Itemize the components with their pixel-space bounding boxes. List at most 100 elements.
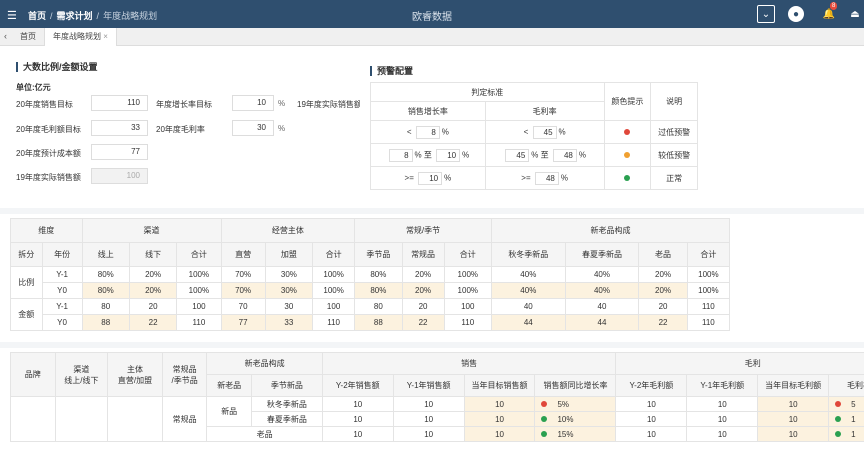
value-cell[interactable]: 77 bbox=[220, 314, 266, 331]
growth-target-input[interactable]: 10 bbox=[232, 95, 274, 111]
tab-strategy-label: 年度战略规划 bbox=[53, 32, 101, 41]
channel-header: 渠道 线上/线下 bbox=[54, 352, 109, 397]
value-cell[interactable]: 10 bbox=[463, 426, 536, 442]
value-cell[interactable]: 70% bbox=[220, 282, 266, 299]
value-cell: 10 bbox=[615, 396, 688, 412]
value-cell: 20 bbox=[638, 298, 688, 315]
value-cell[interactable]: 10 bbox=[757, 426, 830, 442]
table-row: 比例 Y-1 80% 20% 100% 70% 30% 100% 80% 20% 100% 40% 40… bbox=[10, 266, 731, 299]
threshold-input[interactable]: 45 bbox=[505, 148, 530, 162]
value-cell[interactable]: 33 bbox=[264, 314, 314, 331]
value-cell[interactable]: 10 bbox=[463, 396, 536, 412]
t2-col-header: 毛利率 bbox=[828, 374, 864, 397]
t1-col-header: 拆分 bbox=[10, 242, 43, 267]
value-cell[interactable]: 88 bbox=[354, 314, 403, 331]
dropdown-icon[interactable]: ⌄ bbox=[757, 5, 775, 23]
value-cell[interactable]: 20% bbox=[128, 282, 178, 299]
threshold-input[interactable]: 10 bbox=[436, 148, 461, 162]
rate-value: 1 bbox=[851, 429, 856, 439]
dim-header: 维度 bbox=[10, 218, 83, 243]
cost-target-input[interactable]: 77 bbox=[91, 144, 148, 160]
value-cell[interactable]: 88 bbox=[81, 314, 130, 331]
t1-col-header: 秋冬季新品 bbox=[490, 242, 566, 267]
value-cell[interactable]: 44 bbox=[564, 314, 640, 331]
status-dot-icon bbox=[835, 431, 842, 438]
brand-cell bbox=[10, 396, 56, 442]
pct-label: % bbox=[531, 150, 539, 160]
t1-col-header: 季节品 bbox=[354, 242, 403, 267]
value-cell: 100 bbox=[443, 298, 492, 315]
settings-title: 大数比例/金额设置 bbox=[16, 62, 98, 72]
gross-rate-input[interactable]: 30 bbox=[232, 120, 274, 136]
actual-sales-label: 19年度实际销售额 bbox=[16, 173, 81, 182]
threshold-input[interactable]: 45 bbox=[532, 125, 557, 139]
actual-sales-input: 100 bbox=[91, 168, 148, 184]
value-cell: 20% bbox=[401, 266, 445, 283]
status-dot-icon bbox=[541, 401, 548, 408]
tab-strategy[interactable]: 年度战略规划 × bbox=[44, 28, 117, 46]
value-cell[interactable]: 22 bbox=[128, 314, 178, 331]
t1-col-header: 合计 bbox=[176, 242, 222, 267]
table-row: Y0 88 22 110 77 33 110 88 22 110 44 44 22 110 bbox=[11, 314, 731, 331]
value-cell: 22 bbox=[638, 314, 688, 331]
tab-close-icon[interactable]: × bbox=[103, 32, 108, 41]
value-cell[interactable]: 10 bbox=[463, 411, 536, 427]
value-cell: 20% bbox=[638, 282, 688, 299]
value-cell[interactable]: 10 bbox=[757, 396, 830, 412]
rate-value: 15% bbox=[557, 429, 574, 439]
tab-home[interactable]: 首页 bbox=[12, 28, 44, 46]
value-cell: 110 bbox=[176, 314, 222, 331]
value-cell: 20 bbox=[128, 298, 178, 315]
value-cell: 30 bbox=[264, 298, 314, 315]
user-icon[interactable]: ● bbox=[788, 6, 804, 22]
value-cell[interactable]: 80% bbox=[81, 282, 130, 299]
value-cell[interactable]: 40% bbox=[564, 282, 640, 299]
value-cell: 110 bbox=[312, 314, 356, 331]
threshold-input[interactable]: 10 bbox=[418, 171, 443, 185]
ratio-table: 维度 渠道 经营主体 常规/季节 新老品构成 拆分 年份 线上 线下 合计 直营 加盟 合计季… bbox=[10, 218, 731, 331]
criteria-header: 判定标准 bbox=[370, 82, 605, 102]
split-label: 金额 bbox=[10, 298, 43, 331]
season-cell: 春夏季新品 bbox=[250, 411, 323, 427]
value-cell[interactable]: 40% bbox=[490, 282, 566, 299]
t1-col-header: 春夏季新品 bbox=[564, 242, 640, 267]
t2-col-header: Y-1年毛利额 bbox=[686, 374, 759, 397]
tab-back-icon[interactable]: ‹ bbox=[4, 31, 7, 41]
value-cell: 10 bbox=[392, 426, 465, 442]
threshold-input[interactable]: 8 bbox=[415, 125, 440, 139]
year-cell: Y-1 bbox=[41, 266, 83, 283]
value-cell: 100% bbox=[686, 282, 731, 299]
threshold-input[interactable]: 48 bbox=[534, 171, 559, 185]
op-label: >= bbox=[521, 173, 531, 183]
value-cell[interactable]: 22 bbox=[401, 314, 445, 331]
new-cell: 新品 bbox=[206, 396, 252, 427]
value-cell[interactable]: 30% bbox=[264, 282, 314, 299]
value-cell: 1 bbox=[828, 426, 864, 442]
value-cell[interactable]: 20% bbox=[401, 282, 445, 299]
value-cell[interactable]: 80% bbox=[354, 282, 403, 299]
channel-header: 渠道 bbox=[81, 218, 222, 243]
pct-label: % bbox=[578, 150, 587, 160]
pct-label: % bbox=[414, 150, 422, 160]
growth-target-unit: % bbox=[278, 99, 286, 108]
sales-target-input[interactable]: 110 bbox=[91, 95, 148, 111]
value-cell: 70% bbox=[220, 266, 266, 283]
channel-cell bbox=[54, 396, 109, 442]
value-cell: 70 bbox=[220, 298, 266, 315]
value-cell[interactable]: 44 bbox=[490, 314, 566, 331]
table-row: 常规品 新品 秋冬季新品 10 10 10 5% 10 10 10 5 bbox=[10, 396, 864, 442]
threshold-input[interactable]: 8 bbox=[388, 148, 413, 162]
logout-icon[interactable]: ⏏ bbox=[846, 5, 864, 23]
gross-target-input[interactable]: 33 bbox=[91, 120, 148, 136]
warning-table: 判定标准 颜色提示 说明 销售增长率 毛利率 < 8% < 45% 过低预警 8… bbox=[370, 82, 698, 190]
value-cell: 100% bbox=[312, 282, 356, 299]
value-cell: 20 bbox=[401, 298, 445, 315]
threshold-input[interactable]: 48 bbox=[552, 148, 577, 162]
value-cell: 10 bbox=[686, 396, 759, 412]
value-cell[interactable]: 10 bbox=[757, 411, 830, 427]
t2-col-header: Y-1年销售额 bbox=[392, 374, 465, 397]
pct-label: % bbox=[444, 173, 452, 183]
warning-title: 预警配置 bbox=[370, 66, 413, 76]
value-cell: 10 bbox=[615, 426, 688, 442]
value-cell: 10 bbox=[392, 396, 465, 412]
